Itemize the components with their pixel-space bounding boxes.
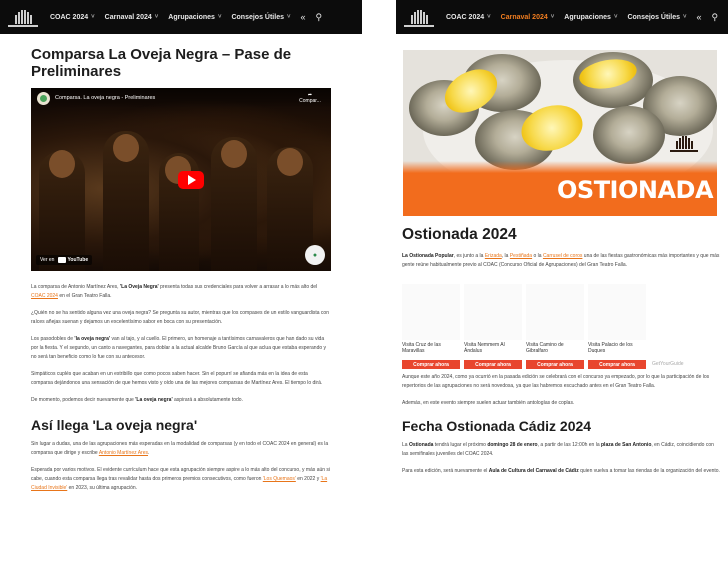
- play-button[interactable]: [178, 171, 204, 189]
- chevron-down-icon: ˅: [286, 14, 291, 20]
- nav-item-coac-2024[interactable]: COAC 2024 ˅: [50, 14, 95, 21]
- ostionada-hero-image: OSTIONADA: [403, 50, 717, 216]
- nav-item-agrupaciones[interactable]: Agrupaciones ˅: [564, 14, 617, 21]
- buy-now-button[interactable]: Comprar ahora: [588, 360, 646, 369]
- paragraph: La comparsa de Antonio Martínez Ares, 'L…: [31, 284, 318, 299]
- product-name[interactable]: Visita Nemmem Al Ándalus: [464, 342, 522, 356]
- chevron-down-icon: ˅: [217, 14, 222, 20]
- product-image[interactable]: [526, 284, 584, 340]
- paragraph: Simpáticos cuplés que acaban en un estri…: [31, 371, 323, 386]
- chevron-down-icon: ˅: [91, 14, 95, 20]
- nav-item-carnaval-2024[interactable]: Carnaval 2024 ˅: [105, 14, 159, 21]
- paragraph: De momento, podemos decir nuevamente que…: [31, 397, 243, 403]
- right-page: COAC 2024 ˅ Carnaval 2024 ˅ Agrupaciones ˅ …: [396, 0, 728, 573]
- product-card[interactable]: Visita Cruz de las Maravillas Comprar ah…: [402, 284, 460, 369]
- link-coac-2024[interactable]: COAC 2024: [31, 293, 58, 299]
- link-los-quemaos[interactable]: 'Los Quemaos': [263, 476, 296, 482]
- product-name[interactable]: Visita Palacio de los Duques: [588, 342, 646, 356]
- page-title: Comparsa La Oveja Negra – Pase de Prelim…: [31, 46, 292, 80]
- link-antonio-martinez-ares[interactable]: Antonio Martínez Ares: [99, 450, 148, 456]
- chevron-down-icon: ˅: [487, 14, 491, 20]
- chevron-down-icon: ˅: [154, 14, 159, 20]
- paragraph: Los pasodobles de 'la oveja negra' van a…: [31, 336, 327, 360]
- nav-item-consejos-utiles[interactable]: Consejos Útiles ˅: [231, 14, 290, 21]
- site-logo[interactable]: [402, 3, 436, 31]
- video-title[interactable]: Comparsa. La oveja negra - Preliminares: [55, 95, 290, 101]
- nav-item-agrupaciones[interactable]: Agrupaciones ˅: [168, 14, 221, 21]
- link-pestinada[interactable]: Pestiñada: [510, 253, 532, 259]
- more-icon[interactable]: «: [697, 12, 702, 22]
- section-heading: Así llega 'La oveja negra': [31, 417, 198, 433]
- chevron-down-icon: ˅: [550, 14, 555, 20]
- paragraph: ¿Quién no se ha sentido alguna vez una o…: [31, 310, 329, 325]
- product-card[interactable]: Visita Camino de Gibralfaro Comprar ahor…: [526, 284, 584, 369]
- channel-watermark-icon[interactable]: ●: [305, 245, 325, 265]
- paragraph: La Ostionada Popular, es junto a la Eriz…: [402, 253, 720, 268]
- link-erizada[interactable]: Erizada: [485, 253, 502, 259]
- product-widget: Visita Cruz de las Maravillas Comprar ah…: [402, 284, 720, 369]
- product-image[interactable]: [402, 284, 460, 340]
- product-card[interactable]: Visita Nemmem Al Ándalus Comprar ahora: [464, 284, 522, 369]
- paragraph: Además, en este evento siempre suelen ac…: [402, 400, 575, 406]
- share-button[interactable]: ➦ Compar...: [295, 92, 325, 104]
- page-title: Ostionada 2024: [402, 226, 517, 243]
- nav-item-carnaval-2024[interactable]: Carnaval 2024 ˅: [501, 14, 555, 21]
- product-image[interactable]: [464, 284, 522, 340]
- buy-now-button[interactable]: Comprar ahora: [402, 360, 460, 369]
- more-icon[interactable]: «: [301, 12, 306, 22]
- left-page: COAC 2024 ˅ Carnaval 2024 ˅ Agrupaciones ˅ …: [0, 0, 362, 573]
- paragraph: Aunque este año 2024, como ya ocurrió en…: [402, 374, 710, 389]
- chevron-down-icon: ˅: [613, 14, 618, 20]
- watch-on-youtube-button[interactable]: Ver en YouTube: [36, 255, 93, 265]
- section-heading: Fecha Ostionada Cádiz 2024: [402, 418, 592, 434]
- link-carrusel-de-coros[interactable]: Carrusel de coros: [543, 253, 582, 259]
- search-icon[interactable]: ⚲: [712, 12, 719, 23]
- paragraph: Para esta edición, será nuevamente el Au…: [402, 468, 720, 474]
- nav-item-consejos-utiles[interactable]: Consejos Útiles ˅: [627, 14, 686, 21]
- paragraph: Esperada por varios motivos. El evidente…: [31, 467, 331, 491]
- buy-now-button[interactable]: Comprar ahora: [526, 360, 584, 369]
- paragraph: La Ostionada tendrá lugar el próximo dom…: [402, 442, 714, 457]
- product-name[interactable]: Visita Camino de Gibralfaro: [526, 342, 584, 356]
- top-navbar: COAC 2024 ˅ Carnaval 2024 ˅ Agrupaciones ˅ …: [396, 0, 728, 34]
- paragraph: Sin lugar a dudas, una de las agrupacion…: [31, 441, 329, 456]
- youtube-logo-icon: YouTube: [58, 257, 88, 263]
- nav-item-coac-2024[interactable]: COAC 2024 ˅: [446, 14, 491, 21]
- site-logo[interactable]: [6, 3, 40, 31]
- product-card[interactable]: Visita Palacio de los Duques Comprar aho…: [588, 284, 646, 369]
- product-name[interactable]: Visita Cruz de las Maravillas: [402, 342, 460, 356]
- site-logo-watermark: [667, 134, 701, 160]
- youtube-video-embed[interactable]: Comparsa. La oveja negra - Preliminares …: [31, 88, 331, 271]
- top-navbar: COAC 2024 ˅ Carnaval 2024 ˅ Agrupaciones ˅ …: [0, 0, 362, 34]
- search-icon[interactable]: ⚲: [316, 12, 323, 23]
- channel-avatar[interactable]: [37, 91, 50, 105]
- widget-provider-label[interactable]: GetYourGuide: [652, 361, 684, 367]
- chevron-down-icon: ˅: [682, 14, 687, 20]
- hero-title: OSTIONADA: [557, 176, 714, 204]
- article-right: OSTIONADA Ostionada 2024 La Ostionada Po…: [396, 50, 728, 476]
- article-left: Comparsa La Oveja Negra – Pase de Prelim…: [0, 34, 362, 493]
- buy-now-button[interactable]: Comprar ahora: [464, 360, 522, 369]
- product-image[interactable]: [588, 284, 646, 340]
